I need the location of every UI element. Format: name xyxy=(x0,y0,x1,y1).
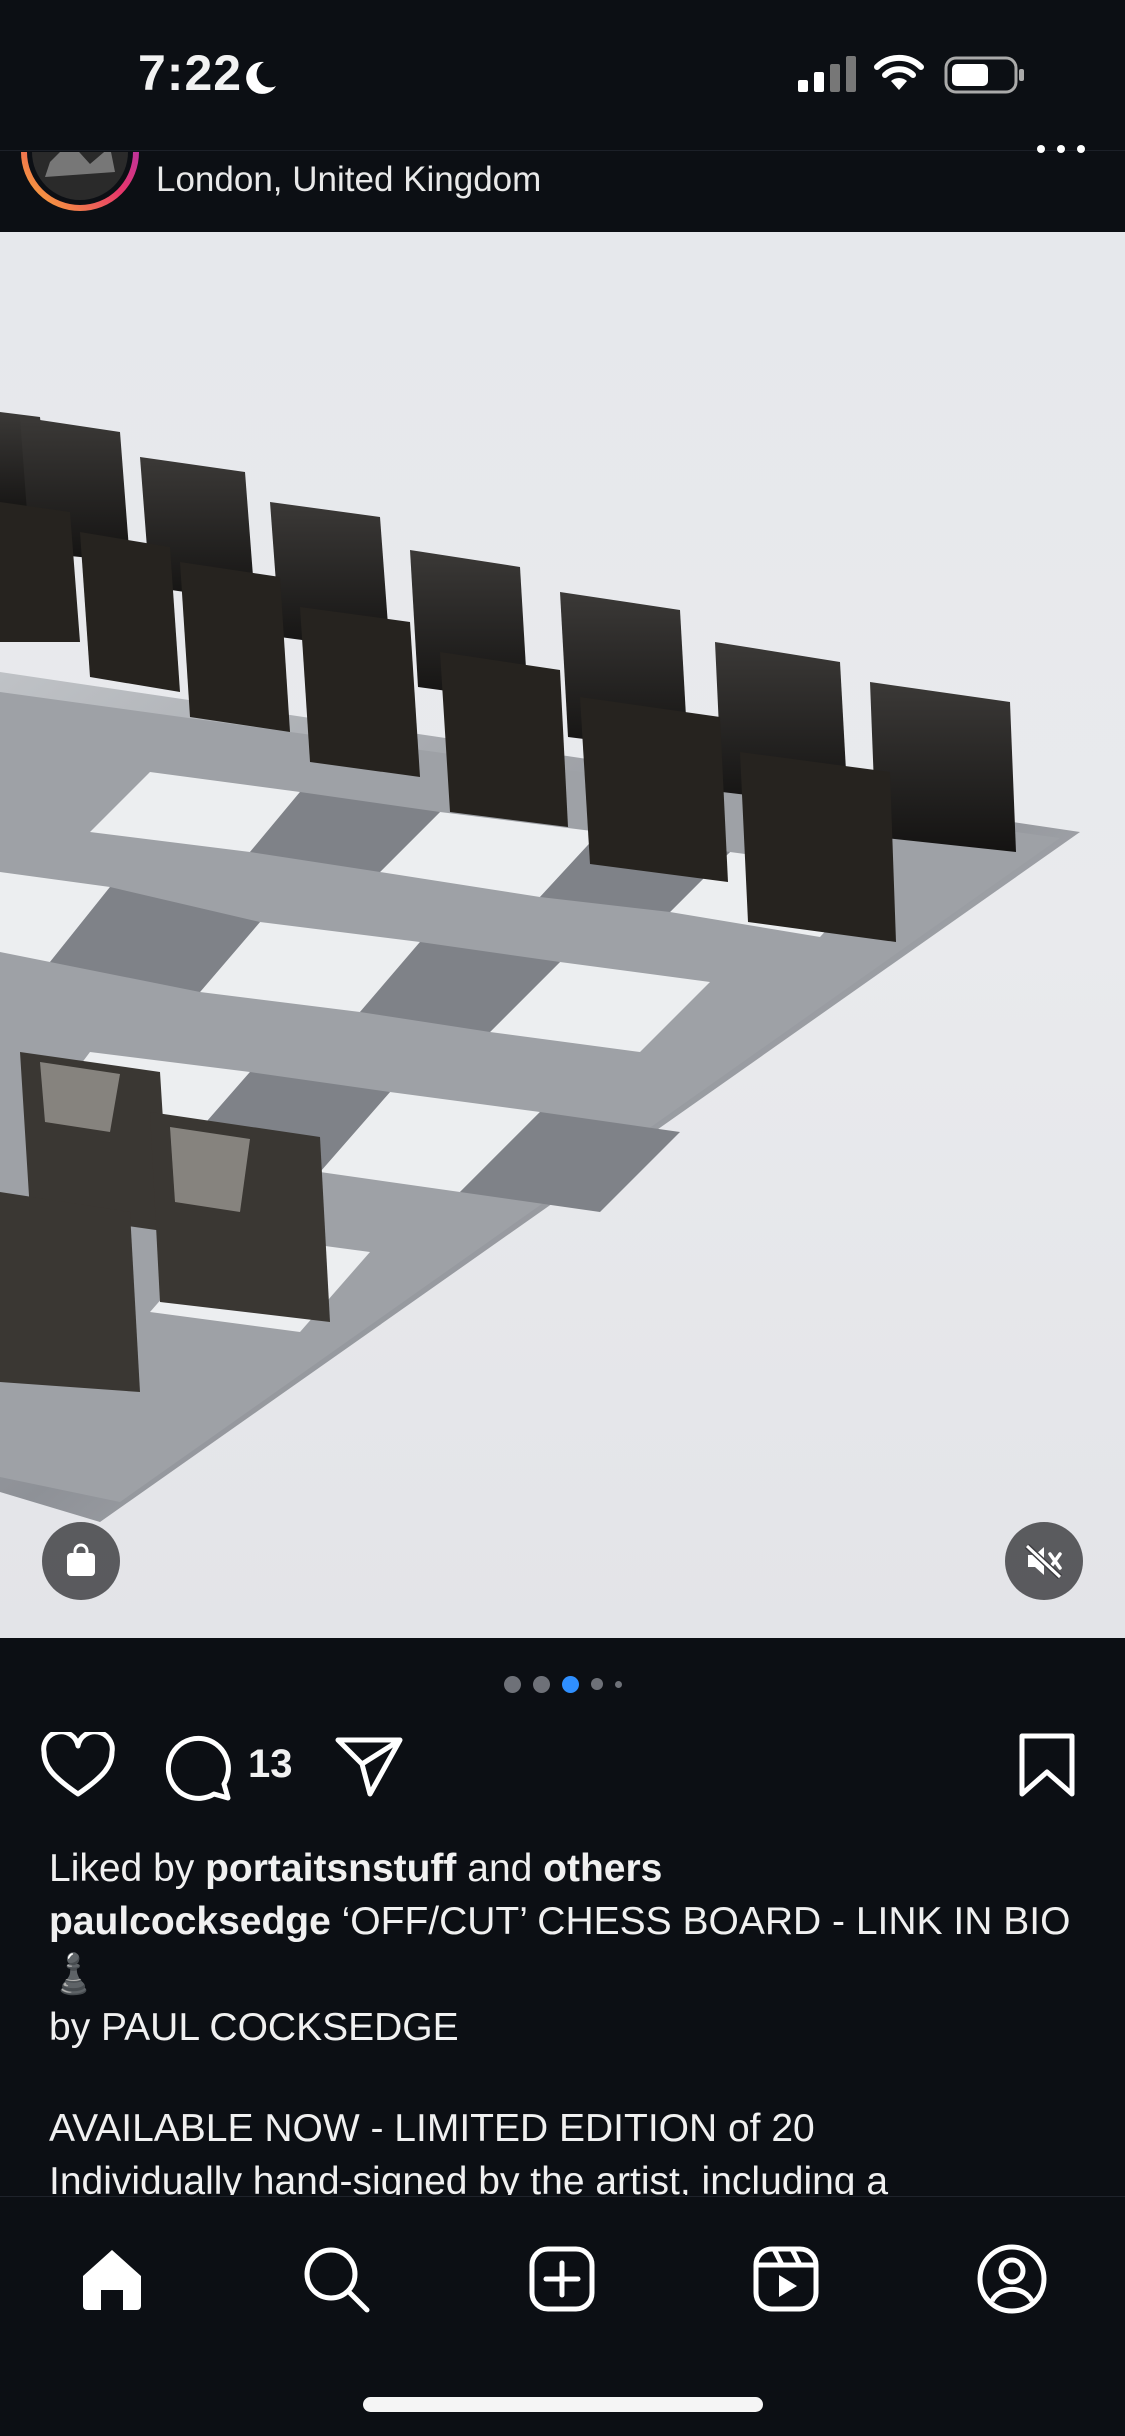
mute-button[interactable] xyxy=(1005,1522,1083,1600)
tab-home[interactable] xyxy=(72,2239,152,2319)
post-caption: Liked by portaitsnstuff and others paulc… xyxy=(49,1842,1079,2195)
comment-count[interactable]: 13 xyxy=(248,1742,293,1787)
post-location[interactable]: London, United Kingdom xyxy=(156,160,541,200)
status-bar: 7:22 xyxy=(0,0,1125,150)
sound-off-icon xyxy=(1024,1543,1063,1579)
carousel-dot xyxy=(503,1675,521,1693)
caption-text: paulcocksedge ‘OFF/CUT’ CHESS BOARD - LI… xyxy=(49,1900,1071,1996)
post-actions: 13 xyxy=(0,1726,1125,1812)
carousel-dot xyxy=(590,1678,603,1690)
cellular-signal-icon xyxy=(798,56,856,92)
carousel-indicator xyxy=(0,1672,1125,1696)
tab-profile[interactable] xyxy=(972,2239,1052,2319)
liked-by-line[interactable]: Liked by portaitsnstuff and others xyxy=(49,1842,1079,1895)
avatar[interactable] xyxy=(20,92,140,212)
tab-search[interactable] xyxy=(296,2239,376,2319)
chessboard-photo xyxy=(0,412,1080,1522)
carousel-dot xyxy=(532,1675,550,1693)
caption-line-truncated: Individually hand-signed by the artist, … xyxy=(49,2160,889,2195)
search-icon xyxy=(304,2247,370,2313)
home-indicator[interactable] xyxy=(363,2397,763,2412)
battery-icon xyxy=(944,56,1024,94)
tab-create[interactable] xyxy=(522,2239,602,2319)
home-icon xyxy=(83,2250,141,2310)
caption-line: AVAILABLE NOW - LIMITED EDITION of 20 xyxy=(49,2107,815,2150)
moon-icon xyxy=(246,61,276,94)
comment-icon[interactable] xyxy=(164,1732,234,1802)
shopping-bag-button[interactable] xyxy=(42,1522,120,1600)
profile-icon xyxy=(977,2244,1047,2314)
reels-icon xyxy=(753,2246,819,2312)
more-options-icon[interactable] xyxy=(1035,145,1087,157)
shopping-bag-icon xyxy=(67,1543,95,1576)
carousel-dot-active xyxy=(561,1675,579,1693)
tab-reels[interactable] xyxy=(746,2239,826,2319)
liked-by-user[interactable]: portaitsnstuff xyxy=(205,1847,456,1890)
caption-line: by PAUL COCKSEDGE xyxy=(49,2006,459,2049)
send-icon[interactable] xyxy=(334,1734,404,1798)
bookmark-icon[interactable] xyxy=(1018,1732,1076,1798)
wifi-icon xyxy=(874,54,924,90)
author-username[interactable]: paulcocksedge xyxy=(49,1900,331,1943)
post-media[interactable] xyxy=(0,232,1125,1638)
carousel-dot xyxy=(614,1680,622,1688)
liked-by-others[interactable]: others xyxy=(543,1847,662,1890)
heart-icon[interactable] xyxy=(40,1732,116,1800)
create-post-icon xyxy=(529,2246,595,2312)
status-time: 7:22 xyxy=(138,45,243,101)
